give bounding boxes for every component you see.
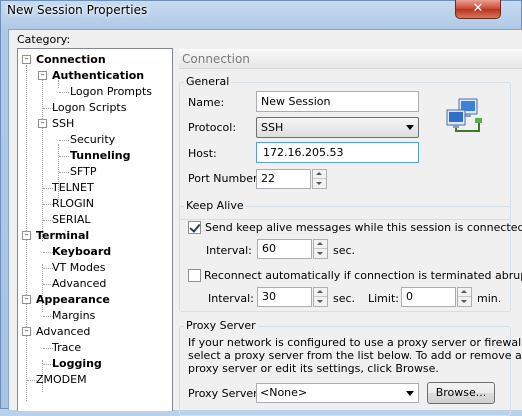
keep-alive-checkbox[interactable] [188,221,201,234]
tree-line [59,172,69,173]
host-label: Host: [188,147,217,160]
tree-line [59,156,69,157]
host-input[interactable]: 172.16.205.53 [256,142,419,163]
tree-item-advanced[interactable]: Advanced [36,325,90,339]
close-button[interactable]: ✕ [455,0,501,19]
tree-item-keyboard[interactable]: Keyboard [52,245,111,259]
tree-line [59,140,69,141]
proxy-description-line3: proxy server or edit its settings, click… [188,362,439,375]
reconnect-interval-input[interactable]: 30 [257,287,312,307]
name-input[interactable]: New Session [256,91,419,112]
spin-up-icon[interactable] [313,170,326,179]
minus-expander-icon[interactable]: – [38,119,47,128]
tree-item-logon-scripts[interactable]: Logon Scripts [52,101,126,115]
reconnect-label[interactable]: Reconnect automatically if connection is… [204,269,522,282]
limit-label: Limit: [368,292,399,305]
minus-expander-icon[interactable]: – [22,231,31,240]
keep-alive-interval-spinner[interactable] [313,239,328,259]
port-input[interactable]: 22 [256,169,311,189]
protocol-value: SSH [261,121,284,134]
category-label: Category: [17,33,71,46]
tree-item-trace[interactable]: Trace [52,341,81,355]
chevron-down-icon [406,391,414,396]
keep-alive-sec-label: sec. [333,244,356,257]
reconnect-interval-spinner[interactable] [313,287,328,307]
general-group-title: General [184,75,232,88]
spin-up-icon[interactable] [314,288,327,297]
spin-up-icon[interactable] [314,240,327,249]
proxy-server-select[interactable]: <None> [256,383,419,403]
tree-item-security[interactable]: Security [70,133,115,147]
spin-down-icon[interactable] [458,297,471,306]
tree-item-serial[interactable]: SERIAL [52,213,90,227]
proxy-server-label: Proxy Server: [188,387,262,400]
protocol-select[interactable]: SSH [256,117,419,138]
minus-expander-icon[interactable]: – [22,295,31,304]
tree-item-appearance[interactable]: Appearance [36,293,110,307]
tree-item-telnet[interactable]: TELNET [52,181,94,195]
tree-item-terminal[interactable]: Terminal [36,229,89,243]
chevron-down-icon [406,125,414,130]
tree-item-connection[interactable]: Connection [36,53,106,67]
close-icon: ✕ [472,1,484,16]
spin-up-icon[interactable] [458,288,471,297]
reconnect-interval-label: Interval: [208,292,254,305]
tree-item-ssh[interactable]: SSH [52,117,74,131]
panel-header: Connection [179,49,522,69]
keep-alive-interval-label: Interval: [206,244,252,257]
tree-line [59,92,69,93]
tree-line [42,73,43,241]
network-computers-icon [446,98,482,132]
proxy-description-line1: If your network is configured to use a p… [188,336,522,349]
name-label: Name: [188,96,225,109]
tree-item-logon-prompts[interactable]: Logon Prompts [70,85,152,99]
spin-down-icon[interactable] [314,249,327,258]
tree-item-terminal-advanced[interactable]: Advanced [52,277,106,291]
tree-item-margins[interactable]: Margins [52,309,95,323]
proxy-server-value: <None> [260,386,308,399]
limit-spinner[interactable] [457,287,472,307]
tree-item-sftp[interactable]: SFTP [70,165,96,179]
proxy-description-line2: select a proxy server from the list belo… [188,349,522,362]
minus-expander-icon[interactable]: – [22,55,31,64]
proxy-group-title: Proxy Server [184,319,258,332]
tree-item-logging[interactable]: Logging [52,357,102,371]
window-title: New Session Properties [7,3,148,17]
port-label: Port Number: [188,172,262,185]
port-spinner[interactable] [312,169,327,189]
limit-input[interactable]: 0 [401,287,456,307]
dialog-client: Category: – Connection – Authentication … [8,29,522,416]
dialog-window: New Session Properties ✕ Category: – Con… [0,0,522,416]
category-tree[interactable]: – Connection – Authentication Logon Prom… [17,48,173,411]
limit-min-label: min. [477,292,502,305]
reconnect-sec-label: sec. [333,292,356,305]
tree-item-authentication[interactable]: Authentication [52,69,144,83]
title-bar[interactable]: New Session Properties ✕ [1,0,522,23]
reconnect-checkbox[interactable] [188,269,201,282]
tree-item-vt-modes[interactable]: VT Modes [52,261,105,275]
browse-button[interactable]: Browse... [427,382,495,404]
protocol-label: Protocol: [188,121,237,134]
minus-expander-icon[interactable]: – [38,71,47,80]
keep-alive-interval-input[interactable]: 60 [257,239,312,259]
spin-down-icon[interactable] [314,297,327,306]
minus-expander-icon[interactable]: – [22,327,31,336]
tree-item-tunneling[interactable]: Tunneling [70,149,131,163]
keep-alive-group-title: Keep Alive [184,199,246,212]
tree-item-zmodem[interactable]: ZMODEM [36,373,87,387]
tree-item-rlogin[interactable]: RLOGIN [52,197,94,211]
spin-down-icon[interactable] [313,179,326,188]
keep-alive-label[interactable]: Send keep alive messages while this sess… [205,221,522,234]
